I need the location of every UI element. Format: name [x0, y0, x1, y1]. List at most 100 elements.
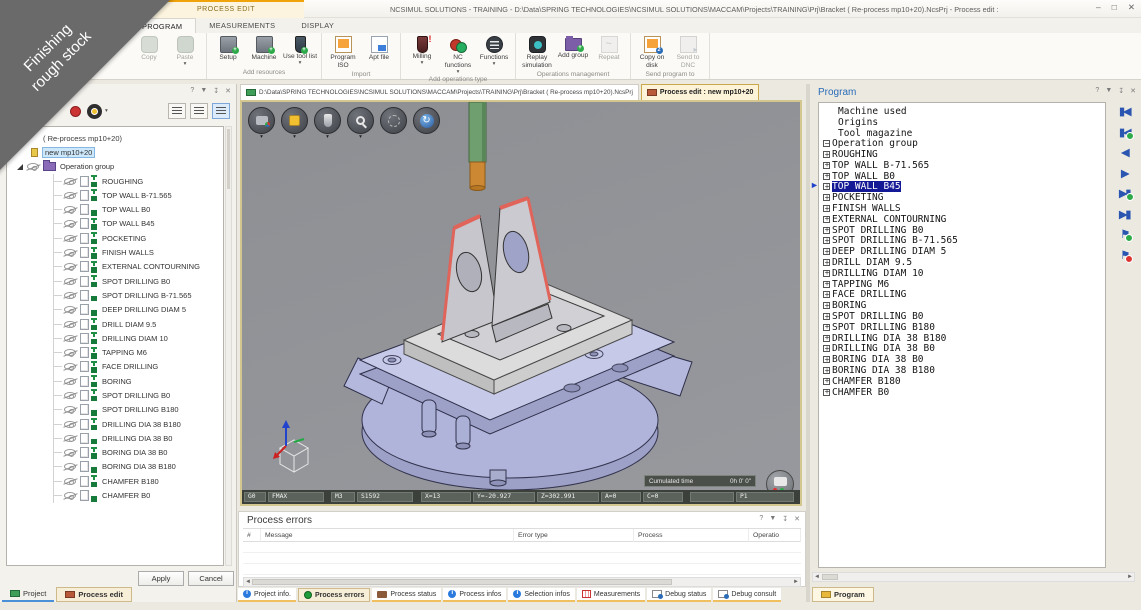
visibility-off-icon[interactable] [64, 392, 76, 399]
tree-item-operation[interactable]: TOP WALL B45 [54, 217, 223, 231]
program-operation-row[interactable]: SPOT DRILLING B0 [822, 225, 1105, 236]
expand-plus-icon[interactable] [823, 259, 830, 266]
tree-item-operation[interactable]: DRILLING DIAM 10 [54, 331, 223, 345]
tree-item-operation[interactable]: SPOT DRILLING B180 [54, 403, 223, 417]
program-operation-row[interactable]: FACE DRILLING [822, 290, 1105, 301]
expand-plus-icon[interactable] [823, 313, 830, 320]
tree-item-operation[interactable]: BORING DIA 38 B0 [54, 446, 223, 460]
minimize-button[interactable]: – [1096, 2, 1101, 13]
scroll-thumb[interactable] [252, 579, 672, 585]
tree-item-operation[interactable]: TAPPING M6 [54, 345, 223, 359]
tab-process-edit[interactable]: Process edit [56, 587, 132, 602]
list-view-small-button[interactable] [168, 103, 186, 119]
record-indicator-icon[interactable] [70, 106, 81, 117]
scroll-left-icon[interactable]: ◄ [814, 574, 820, 580]
setup-button[interactable]: Setup [210, 36, 246, 62]
maximize-button[interactable]: □ [1112, 2, 1117, 13]
visibility-off-icon[interactable] [64, 378, 76, 385]
expand-plus-icon[interactable] [823, 345, 830, 352]
expand-plus-icon[interactable] [823, 291, 830, 298]
copy-on-disk-button[interactable]: Copy on disk [634, 36, 670, 70]
tree-item-operation[interactable]: DEEP DRILLING DIAM 5 [54, 303, 223, 317]
visibility-off-icon[interactable] [64, 292, 76, 299]
tree-item-operation[interactable]: DRILLING DIA 38 B180 [54, 417, 223, 431]
add-breakpoint-icon[interactable]: ⚑ [1120, 229, 1130, 241]
list-view-medium-button[interactable] [190, 103, 208, 119]
visibility-off-icon[interactable] [64, 278, 76, 285]
program-static-row[interactable]: Origins [822, 117, 1105, 128]
tool-display-icon[interactable]: ▾ [314, 107, 341, 134]
panel-pin-icon[interactable]: ↧ [1118, 87, 1124, 95]
expand-plus-icon[interactable] [823, 389, 830, 396]
program-operation-row[interactable]: CHAMFER B180 [822, 376, 1105, 387]
visibility-off-icon[interactable] [64, 321, 76, 328]
chevron-down-icon[interactable]: ▾ [105, 109, 108, 114]
program-static-row[interactable]: Machine used [822, 106, 1105, 117]
visibility-off-icon[interactable] [64, 363, 76, 370]
cancel-button[interactable]: Cancel [188, 571, 234, 586]
expand-plus-icon[interactable] [823, 205, 830, 212]
bottom-panel-tab[interactable]: Project info. [238, 588, 296, 602]
program-operation-row[interactable]: DRILLING DIA 38 B180 [822, 333, 1105, 344]
program-group-row[interactable]: Operation group [822, 138, 1105, 149]
visibility-off-icon[interactable] [64, 206, 76, 213]
tree-item-operation[interactable]: EXTERNAL CONTOURNING [54, 260, 223, 274]
program-operation-row[interactable]: TOP WALL B45 [822, 182, 1105, 193]
visibility-off-icon[interactable] [64, 449, 76, 456]
bottom-panel-tab[interactable]: Debug status [647, 588, 711, 602]
visibility-off-icon[interactable] [64, 178, 76, 185]
visibility-off-icon[interactable] [27, 163, 39, 170]
close-button[interactable]: ✕ [1128, 2, 1135, 13]
go-to-next-operation-icon[interactable]: ▶▮ [1119, 188, 1131, 200]
visibility-off-icon[interactable] [64, 421, 76, 428]
rotate-icon[interactable]: ↻ [413, 107, 440, 134]
panel-close-icon[interactable]: ✕ [1130, 87, 1136, 95]
panel-pin-icon[interactable]: ↧ [213, 87, 219, 95]
bottom-panel-tab[interactable]: Process status [372, 588, 441, 602]
apt-file-button[interactable]: Apt file [361, 36, 397, 62]
panel-close-icon[interactable]: ✕ [794, 515, 800, 523]
scroll-left-icon[interactable]: ◄ [245, 579, 251, 585]
panel-close-icon[interactable]: ✕ [225, 87, 231, 95]
list-view-detail-button[interactable] [212, 103, 230, 119]
expand-plus-icon[interactable] [823, 367, 830, 374]
program-operation-row[interactable]: DRILLING DIA 38 B0 [822, 344, 1105, 355]
visibility-off-icon[interactable] [64, 192, 76, 199]
column-header[interactable]: Process [634, 529, 749, 542]
ribbon-tab[interactable]: DISPLAY [288, 18, 347, 33]
repeat-button[interactable]: Repeat [591, 36, 627, 62]
program-operation-row[interactable]: CHAMFER B0 [822, 387, 1105, 398]
tree-root-new-program[interactable]: new mp10+20 [7, 145, 223, 159]
expand-plus-icon[interactable] [823, 302, 830, 309]
expand-plus-icon[interactable] [823, 216, 830, 223]
tree-root-reprocess[interactable]: ( Re-process mp10+20) [7, 131, 223, 145]
visibility-off-icon[interactable] [64, 349, 76, 356]
program-operation-row[interactable]: EXTERNAL CONTOURNING [822, 214, 1105, 225]
tree-item-operation[interactable]: ROUGHING [54, 174, 223, 188]
tree-item-operation[interactable]: DRILL DIAM 9.5 [54, 317, 223, 331]
bottom-panel-tab[interactable]: Measurements [577, 588, 645, 602]
visibility-off-icon[interactable] [64, 478, 76, 485]
tree-group-operation-group[interactable]: Operation group [7, 160, 223, 174]
panel-menu-icon[interactable]: ▼ [1105, 87, 1112, 95]
functions-button[interactable]: Functions ▾ [476, 36, 512, 67]
tab-project-file[interactable]: D:\Data\SPRING TECHNOLOGIES\NCSIMUL SOLU… [240, 84, 639, 100]
column-header[interactable]: # [243, 529, 261, 542]
tree-item-operation[interactable]: SPOT DRILLING B0 [54, 388, 223, 402]
stock-display-icon[interactable]: ▾ [281, 107, 308, 134]
expand-plus-icon[interactable] [823, 335, 830, 342]
expand-plus-icon[interactable] [823, 281, 830, 288]
tree-item-operation[interactable]: SPOT DRILLING B-71.565 [54, 288, 223, 302]
column-header[interactable]: Message [261, 529, 514, 542]
add-group-button[interactable]: Add group [555, 36, 591, 60]
remove-breakpoint-icon[interactable]: ⚑ [1120, 250, 1130, 262]
expand-plus-icon[interactable] [823, 173, 830, 180]
go-to-first-operation-icon[interactable]: ▮◀ [1119, 127, 1131, 139]
expand-plus-icon[interactable] [823, 183, 830, 190]
tree-item-operation[interactable]: CHAMFER B180 [54, 474, 223, 488]
visibility-off-icon[interactable] [64, 306, 76, 313]
program-operation-row[interactable]: SPOT DRILLING B180 [822, 322, 1105, 333]
expand-plus-icon[interactable] [823, 194, 830, 201]
replay-simulation-button[interactable]: Replay simulation [519, 36, 555, 70]
program-operation-row[interactable]: DRILLING DIAM 10 [822, 268, 1105, 279]
